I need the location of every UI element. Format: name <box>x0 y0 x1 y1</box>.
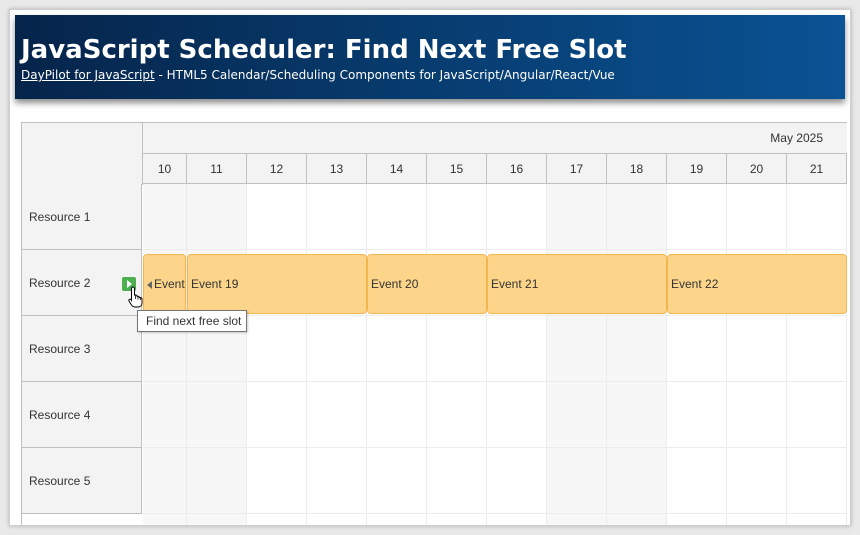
day-header-cell: 18 <box>607 154 667 184</box>
event-block[interactable]: Event 21 <box>487 254 667 314</box>
month-label: May 2025 <box>770 131 823 145</box>
event-block[interactable]: Event 20 <box>367 254 487 314</box>
grid-column <box>247 184 307 525</box>
scheduler-corner <box>22 123 143 185</box>
daypilot-link[interactable]: DayPilot for JavaScript <box>21 68 155 82</box>
day-header-cell: 14 <box>367 154 427 184</box>
hand-cursor-icon <box>128 286 143 308</box>
day-header-cell: 15 <box>427 154 487 184</box>
day-header-cell: 11 <box>187 154 247 184</box>
event-label: Event 21 <box>491 277 539 291</box>
event-block[interactable]: Event <box>143 254 186 314</box>
grid-column <box>427 184 487 525</box>
tooltip: Find next free slot <box>137 310 247 332</box>
grid-column <box>607 184 667 525</box>
grid-column <box>367 184 427 525</box>
resource-row-header[interactable]: Resource 1 <box>22 184 142 250</box>
grid-column <box>187 184 247 525</box>
grid-column <box>727 184 787 525</box>
day-header-cell: 17 <box>547 154 607 184</box>
event-label: Event 20 <box>371 277 419 291</box>
grid-column <box>787 184 847 525</box>
row-divider <box>143 513 847 514</box>
event-block[interactable]: Event 22 <box>667 254 847 314</box>
grid-column <box>547 184 607 525</box>
event-label: Event <box>154 277 185 291</box>
subtitle-text: - HTML5 Calendar/Scheduling Components f… <box>154 68 615 82</box>
scheduler-grid[interactable]: Event Event 19 Event 20 Event 21 Event 2… <box>143 184 847 525</box>
day-header-cell: 13 <box>307 154 367 184</box>
row-divider <box>143 381 847 382</box>
grid-column <box>307 184 367 525</box>
resource-row-header[interactable]: Resource 4 <box>22 382 142 448</box>
row-divider <box>143 315 847 316</box>
app-frame: JavaScript Scheduler: Find Next Free Slo… <box>9 9 851 526</box>
day-header-cell: 20 <box>727 154 787 184</box>
resource-row-header[interactable]: Resource 3 <box>22 316 142 382</box>
day-header-cell: 16 <box>487 154 547 184</box>
page-title: JavaScript Scheduler: Find Next Free Slo… <box>21 35 627 65</box>
page-header: JavaScript Scheduler: Find Next Free Slo… <box>15 15 845 99</box>
event-label: Event 22 <box>671 277 719 291</box>
event-label: Event 19 <box>191 277 239 291</box>
grid-column <box>143 184 187 525</box>
day-header-cell: 21 <box>787 154 847 184</box>
day-header-cell: 10 <box>143 154 187 184</box>
continuation-arrow-icon <box>147 280 152 289</box>
day-header-cell: 12 <box>247 154 307 184</box>
resource-row-header[interactable]: Resource 5 <box>22 448 142 514</box>
row-divider <box>143 249 847 250</box>
row-divider <box>143 447 847 448</box>
day-header-cell: 19 <box>667 154 727 184</box>
month-header: May 2025 <box>143 123 847 154</box>
grid-column <box>487 184 547 525</box>
time-header: May 2025 10 11 12 13 14 15 16 17 18 19 2… <box>143 123 847 184</box>
page-subtitle: DayPilot for JavaScript - HTML5 Calendar… <box>21 68 615 82</box>
grid-column <box>667 184 727 525</box>
event-block[interactable]: Event 19 <box>187 254 367 314</box>
